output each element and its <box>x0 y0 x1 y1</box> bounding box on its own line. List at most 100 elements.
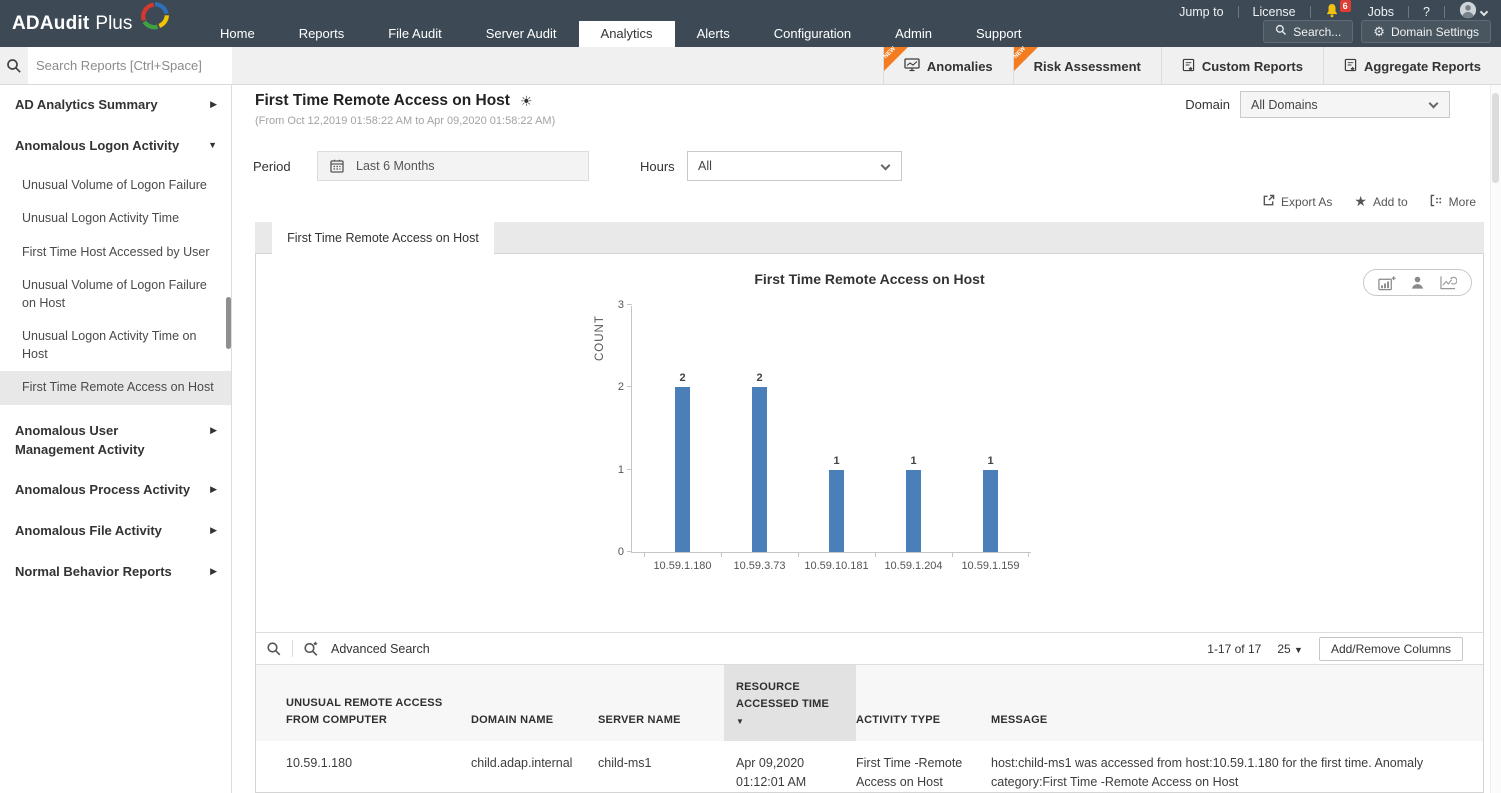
arrow-right-icon: ▶ <box>210 566 217 577</box>
bar[interactable] <box>829 470 844 552</box>
nav-support[interactable]: Support <box>954 21 1044 47</box>
add-remove-columns-button[interactable]: Add/Remove Columns <box>1319 637 1463 661</box>
x-axis-tick-label: 10.59.10.181 <box>798 560 875 572</box>
nav-admin[interactable]: Admin <box>873 21 954 47</box>
sidebar-report-unusual-volume-logon-failure[interactable]: Unusual Volume of Logon Failure <box>0 169 231 203</box>
table-search-icon[interactable] <box>256 641 292 657</box>
y-axis-tick-label: 1 <box>618 464 624 476</box>
user-analytics-icon[interactable] <box>1410 275 1425 290</box>
period-picker[interactable]: Last 6 Months <box>317 151 589 181</box>
sidebar-report-unusual-logon-activity-time[interactable]: Unusual Logon Activity Time <box>0 202 231 236</box>
chart-refresh-icon[interactable] <box>1439 275 1457 290</box>
advanced-search-icon[interactable] <box>293 641 329 657</box>
nav-analytics[interactable]: Analytics <box>579 21 675 47</box>
page-scrollbar-thumb[interactable] <box>1492 93 1499 183</box>
help-link[interactable]: ? <box>1423 5 1430 19</box>
column-header-activity-type[interactable]: ACTIVITY TYPE <box>856 665 991 741</box>
export-as-button[interactable]: Export As <box>1262 193 1332 210</box>
sidebar-item-anomalous-process-activity[interactable]: Anomalous Process Activity ▶ <box>0 470 231 511</box>
aggregate-reports-link[interactable]: Aggregate Reports <box>1323 47 1501 85</box>
column-header-resource-accessed-time[interactable]: RESOURCE ACCESSED TIME ▼ <box>724 665 856 741</box>
sidebar-report-first-time-host-accessed[interactable]: First Time Host Accessed by User <box>0 236 231 270</box>
column-header-unusual-remote-access[interactable]: UNUSUAL REMOTE ACCESS FROM COMPUTER <box>286 665 471 741</box>
chevron-down-icon <box>881 161 891 171</box>
more-icon <box>1430 194 1443 210</box>
sidebar-item-anomalous-file-activity[interactable]: Anomalous File Activity ▶ <box>0 511 231 552</box>
column-header-domain-name[interactable]: DOMAIN NAME <box>471 665 598 741</box>
chart-add-icon[interactable] <box>1378 275 1396 291</box>
column-header-server-name[interactable]: SERVER NAME <box>598 665 736 741</box>
new-ribbon: NEW <box>1014 47 1038 71</box>
logo-swirl-icon <box>136 8 172 39</box>
y-axis-tick <box>627 304 632 305</box>
cell-activity-type: First Time -Remote Access on Host <box>856 741 991 792</box>
bar[interactable] <box>983 470 998 552</box>
anomalies-link[interactable]: NEW Anomalies <box>883 47 1013 85</box>
x-axis-tick-label: 10.59.1.180 <box>644 560 721 572</box>
table-row[interactable]: 10.59.1.180 child.adap.internal child-ms… <box>256 741 1483 792</box>
chart-bars: 22111 <box>644 306 1029 552</box>
main-content: First Time Remote Access on Host ☀ (From… <box>232 85 1501 793</box>
report-search-input[interactable] <box>28 47 232 84</box>
nav-file-audit[interactable]: File Audit <box>366 21 463 47</box>
sidebar-item-anomalous-logon-activity[interactable]: Anomalous Logon Activity ▼ <box>0 126 231 167</box>
sidebar-report-first-time-remote-access[interactable]: First Time Remote Access on Host <box>0 371 231 405</box>
new-ribbon: NEW <box>884 47 908 71</box>
arrow-right-icon: ▶ <box>210 484 217 495</box>
nav-reports[interactable]: Reports <box>277 21 367 47</box>
license-link[interactable]: License <box>1253 5 1296 19</box>
aggregate-reports-label: Aggregate Reports <box>1364 59 1481 74</box>
sidebar-scrollbar-thumb[interactable] <box>226 297 231 349</box>
main-nav: Home Reports File Audit Server Audit Ana… <box>198 21 1044 47</box>
notifications-bell[interactable]: 6 <box>1325 3 1354 21</box>
sidebar-report-unusual-logon-activity-time-host[interactable]: Unusual Logon Activity Time on Host <box>0 320 231 371</box>
sidebar-item-normal-behavior-reports[interactable]: Normal Behavior Reports ▶ <box>0 552 231 593</box>
hours-select-value: All <box>698 159 712 173</box>
page-size-select[interactable]: 25 ▼ <box>1277 642 1303 656</box>
x-axis-tick <box>952 552 1029 557</box>
divider <box>1310 6 1311 18</box>
period-label: Period <box>253 159 291 174</box>
tab-first-time-remote-access[interactable]: First Time Remote Access on Host <box>272 222 494 254</box>
add-to-button[interactable]: ★ Add to <box>1354 193 1407 210</box>
bar[interactable] <box>906 470 921 552</box>
table-toolbar-right: 1-17 of 17 25 ▼ Add/Remove Columns <box>1207 637 1483 661</box>
chart-title: First Time Remote Access on Host <box>256 271 1483 287</box>
custom-reports-label: Custom Reports <box>1202 59 1303 74</box>
sun-icon[interactable]: ☀ <box>520 93 533 110</box>
search-button-label: Search... <box>1293 25 1341 39</box>
user-avatar-icon <box>1459 1 1477 22</box>
app-logo[interactable]: ADAudit Plus <box>12 0 172 47</box>
nav-configuration[interactable]: Configuration <box>752 21 873 47</box>
chart-bar-group: 1 <box>798 306 875 552</box>
screen: ADAudit Plus Jump to License 6 <box>0 0 1501 793</box>
star-icon: ★ <box>1354 193 1367 210</box>
report-search-icon[interactable] <box>0 47 28 84</box>
page-scrollbar[interactable] <box>1490 85 1501 793</box>
sidebar-report-unusual-volume-logon-failure-host[interactable]: Unusual Volume of Logon Failure on Host <box>0 269 231 320</box>
custom-reports-link[interactable]: Custom Reports <box>1161 47 1323 85</box>
global-search-button[interactable]: Search... <box>1263 20 1353 43</box>
nav-home[interactable]: Home <box>198 21 277 47</box>
bar[interactable] <box>752 387 767 552</box>
domain-select[interactable]: All Domains <box>1240 91 1450 118</box>
advanced-search-label[interactable]: Advanced Search <box>331 642 430 656</box>
bar[interactable] <box>675 387 690 552</box>
nav-server-audit[interactable]: Server Audit <box>464 21 579 47</box>
hours-select[interactable]: All <box>687 151 902 181</box>
jump-to-link[interactable]: Jump to <box>1179 5 1223 19</box>
more-button[interactable]: More <box>1430 193 1476 210</box>
sidebar-item-ad-analytics-summary[interactable]: AD Analytics Summary ▶ <box>0 85 231 126</box>
jobs-link[interactable]: Jobs <box>1368 5 1394 19</box>
x-axis-tick <box>798 552 875 557</box>
sidebar-item-anomalous-user-management[interactable]: Anomalous User Management Activity ▶ <box>0 411 231 471</box>
y-axis-tick-label: 2 <box>618 381 624 393</box>
bar-value-label: 2 <box>756 372 762 384</box>
domain-settings-button[interactable]: ⚙ Domain Settings <box>1361 20 1491 43</box>
bar-value-label: 1 <box>833 455 839 467</box>
domain-select-value: All Domains <box>1251 98 1318 112</box>
nav-alerts[interactable]: Alerts <box>675 21 752 47</box>
user-menu[interactable] <box>1459 1 1487 22</box>
risk-assessment-link[interactable]: NEW Risk Assessment <box>1013 47 1161 85</box>
column-header-message[interactable]: MESSAGE <box>991 665 1483 741</box>
